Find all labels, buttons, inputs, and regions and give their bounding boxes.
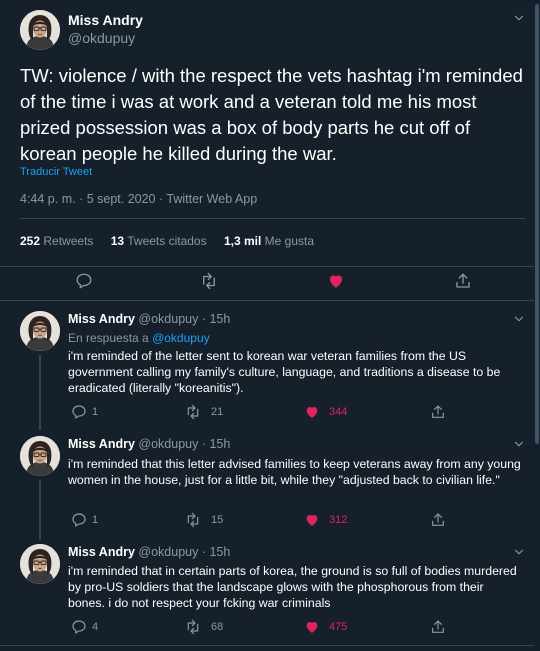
reply-tweet[interactable]: Miss Andry @okdupuy · 15h En respuesta a…	[0, 300, 534, 430]
chevron-down-icon[interactable]	[512, 545, 526, 559]
tweet-stats: 252 Retweets 13 Tweets citados 1,3 mil M…	[20, 234, 328, 248]
retweets-count: 252	[20, 234, 41, 248]
quotes-count: 13	[110, 234, 125, 248]
tweet-text: TW: violence / with the respect the vets…	[20, 65, 523, 164]
scrollbar-thumb[interactable]	[535, 4, 539, 444]
main-tweet: Miss Andry @okdupuy TW: violence / with …	[0, 0, 534, 267]
replying-to: En respuesta a @okdupuy	[68, 331, 210, 345]
replying-prefix: En respuesta a	[68, 331, 149, 345]
chevron-down-icon[interactable]	[512, 437, 526, 451]
retweet-count: 21	[211, 406, 224, 418]
share-icon[interactable]	[430, 619, 446, 635]
scrollbar[interactable]	[534, 0, 540, 651]
like-icon[interactable]	[304, 404, 320, 420]
avatar[interactable]	[20, 436, 60, 476]
avatar[interactable]	[20, 311, 60, 351]
share-icon[interactable]	[430, 404, 446, 420]
reply-text: i'm reminded that this letter advised fa…	[68, 457, 521, 487]
reply-icon[interactable]	[71, 512, 87, 528]
reply-header: Miss Andry @okdupuy · 15h	[68, 437, 230, 451]
divider	[20, 218, 525, 219]
retweet-icon[interactable]	[185, 619, 201, 635]
retweet-count: 15	[211, 514, 224, 526]
retweet-icon[interactable]	[185, 404, 201, 420]
chevron-down-icon[interactable]	[512, 11, 526, 25]
reply-text: i'm reminded of the letter sent to korea…	[68, 349, 501, 395]
tweet-timestamp[interactable]: 4:44 p. m. · 5 sept. 2020 · Twitter Web …	[20, 192, 257, 206]
reply-actions: 4 68 475	[68, 619, 448, 637]
reply-icon[interactable]	[71, 404, 87, 420]
likes-stat[interactable]: 1,3 mil Me gusta	[224, 234, 314, 248]
thread-line	[39, 355, 41, 430]
translate-tweet-link[interactable]: Traducir Tweet	[20, 166, 92, 178]
likes-label: Me gusta	[264, 234, 315, 248]
avatar[interactable]	[20, 10, 60, 50]
like-count: 312	[329, 514, 348, 526]
likes-count: 1,3 mil	[223, 234, 262, 248]
section-divider	[0, 645, 534, 646]
like-icon[interactable]	[304, 512, 320, 528]
like-icon[interactable]	[304, 619, 320, 635]
quotes-stat[interactable]: 13 Tweets citados	[111, 234, 207, 248]
reply-icon[interactable]	[71, 619, 87, 635]
author-handle[interactable]: @okdupuy	[68, 30, 135, 46]
share-icon[interactable]	[430, 512, 446, 528]
quotes-label: Tweets citados	[127, 234, 207, 248]
reply-count: 1	[92, 406, 99, 418]
retweets-label: Retweets	[43, 234, 94, 248]
reply-tweet[interactable]: Miss Andry @okdupuy · 15h i'm reminded t…	[0, 533, 534, 645]
retweets-stat[interactable]: 252 Retweets	[20, 234, 93, 248]
reply-text: i'm reminded that in certain parts of ko…	[68, 564, 517, 610]
reply-tweet[interactable]: Miss Andry @okdupuy · 15h i'm reminded t…	[0, 425, 534, 540]
like-count: 344	[329, 406, 348, 418]
reply-actions: 1 15 312	[68, 512, 448, 530]
author-handle[interactable]: @okdupuy · 15h	[138, 545, 230, 559]
reply-count: 4	[92, 621, 99, 633]
thread-line	[39, 480, 41, 540]
reply-actions: 1 21 344	[68, 404, 448, 422]
reply-header: Miss Andry @okdupuy · 15h	[68, 545, 230, 559]
author-handle[interactable]: @okdupuy · 15h	[138, 437, 230, 451]
retweet-count: 68	[211, 621, 224, 633]
like-count: 475	[329, 621, 348, 633]
author-name[interactable]: Miss Andry	[68, 545, 135, 559]
share-icon[interactable]	[454, 272, 472, 290]
retweet-icon[interactable]	[200, 272, 218, 290]
avatar[interactable]	[20, 544, 60, 584]
author-handle[interactable]: @okdupuy · 15h	[138, 312, 230, 326]
reply-icon[interactable]	[75, 272, 93, 290]
reply-count: 1	[92, 514, 99, 526]
replying-to-handle[interactable]: @okdupuy	[152, 331, 210, 345]
author-name[interactable]: Miss Andry	[68, 437, 135, 451]
chevron-down-icon[interactable]	[512, 312, 526, 326]
retweet-icon[interactable]	[185, 512, 201, 528]
like-icon[interactable]	[327, 272, 345, 290]
reply-header: Miss Andry @okdupuy · 15h	[68, 312, 230, 326]
author-name[interactable]: Miss Andry	[68, 312, 135, 326]
author-name[interactable]: Miss Andry	[68, 12, 143, 28]
